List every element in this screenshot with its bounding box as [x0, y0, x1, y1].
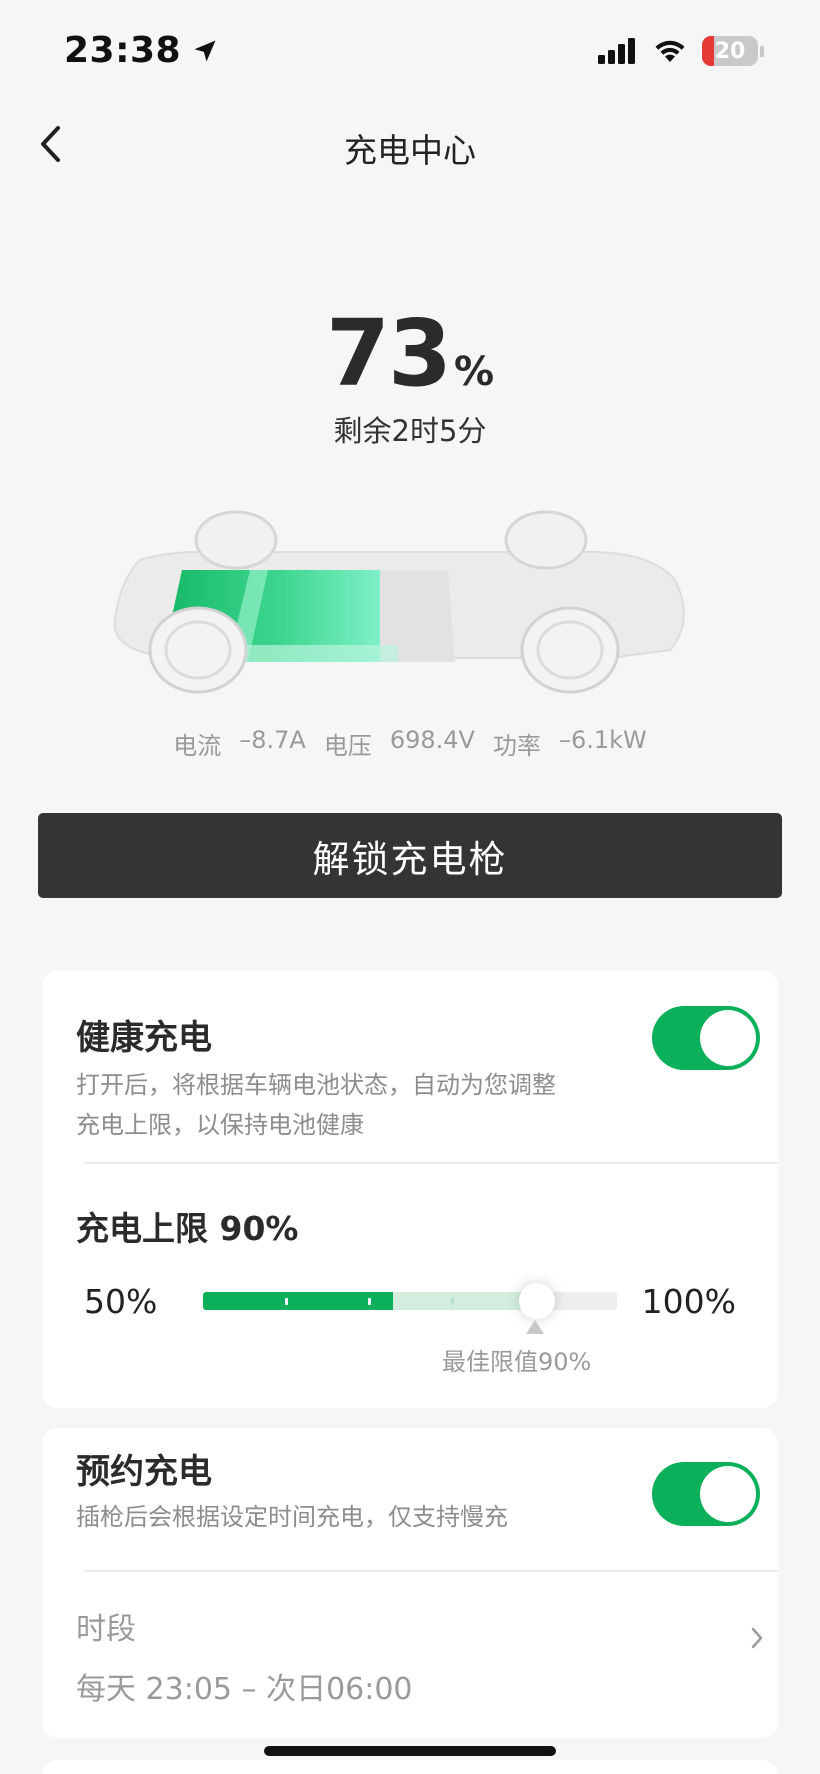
current-label: 电流: [173, 732, 222, 760]
power-value: –6.1kW: [558, 726, 647, 754]
remaining-time: 剩余2时5分: [333, 414, 487, 448]
slider-tick: [451, 1298, 454, 1305]
soc-value: 73: [325, 300, 452, 407]
best-limit-label: 最佳限值90%: [442, 1348, 592, 1376]
scheduled-charge-toggle[interactable]: [652, 1462, 760, 1526]
battery-cap: [760, 45, 764, 57]
wifi-icon: [655, 40, 685, 62]
slider-thumb[interactable]: [519, 1283, 555, 1319]
slider-tick: [285, 1298, 288, 1305]
battery-icon: 20: [702, 36, 758, 66]
slider-fill-light: [393, 1292, 535, 1310]
slider-min-label: 50%: [84, 1282, 158, 1321]
voltage-value: 698.4V: [389, 726, 475, 754]
healthy-charge-desc-2: 充电上限，以保持电池健康: [76, 1111, 364, 1139]
current-value: –8.7A: [239, 726, 306, 754]
soc-display: 73%: [0, 300, 820, 407]
location-arrow-icon: [194, 40, 216, 61]
slider-tick: [368, 1298, 371, 1305]
signal-icon: [598, 38, 635, 64]
soc-unit: %: [453, 349, 495, 395]
status-bar: 23:38 20: [0, 0, 820, 110]
status-icons: 20: [598, 36, 764, 66]
unlock-charging-gun-button[interactable]: 解锁充电枪: [38, 813, 782, 898]
home-indicator: [264, 1746, 556, 1756]
chevron-right-icon: [751, 1627, 763, 1649]
charge-limit-slider[interactable]: [203, 1283, 617, 1319]
scheduled-charge-title: 预约充电: [76, 1452, 212, 1492]
period-value: 每天 23:05 – 次日06:00: [76, 1672, 413, 1707]
nav-bar: 充电中心: [0, 110, 820, 180]
scheduled-charge-card: 预约充电 插枪后会根据设定时间充电，仅支持慢充 时段 每天 23:05 – 次日…: [42, 1428, 778, 1738]
charge-limit-title: 充电上限 90%: [76, 1209, 299, 1248]
divider: [84, 1570, 778, 1572]
best-limit-marker-icon: [526, 1320, 544, 1334]
healthy-charge-toggle[interactable]: [652, 1006, 760, 1070]
slider-max-label: 100%: [641, 1282, 736, 1321]
voltage-label: 电压: [323, 732, 372, 760]
battery-level: 20: [714, 38, 746, 64]
next-card: [42, 1760, 778, 1774]
power-label: 功率: [492, 732, 541, 760]
status-time-text: 23:38: [64, 30, 182, 71]
page-title: 充电中心: [344, 131, 476, 170]
divider: [84, 1162, 778, 1164]
slider-fill: [203, 1292, 393, 1310]
toggle-knob: [700, 1466, 756, 1522]
period-label: 时段: [76, 1612, 136, 1647]
scheduled-charge-desc: 插枪后会根据设定时间充电，仅支持慢充: [76, 1503, 508, 1531]
healthy-charge-title: 健康充电: [76, 1018, 212, 1058]
healthy-charge-card: 健康充电 打开后，将根据车辆电池状态，自动为您调整 充电上限，以保持电池健康 充…: [42, 970, 778, 1408]
toggle-knob: [700, 1010, 756, 1066]
charging-metrics: 电流 –8.7A 电压 698.4V 功率 –6.1kW: [0, 726, 820, 761]
car-battery-illustration: [113, 510, 685, 694]
status-time: 23:38: [64, 30, 219, 71]
healthy-charge-desc-1: 打开后，将根据车辆电池状态，自动为您调整: [76, 1071, 556, 1099]
